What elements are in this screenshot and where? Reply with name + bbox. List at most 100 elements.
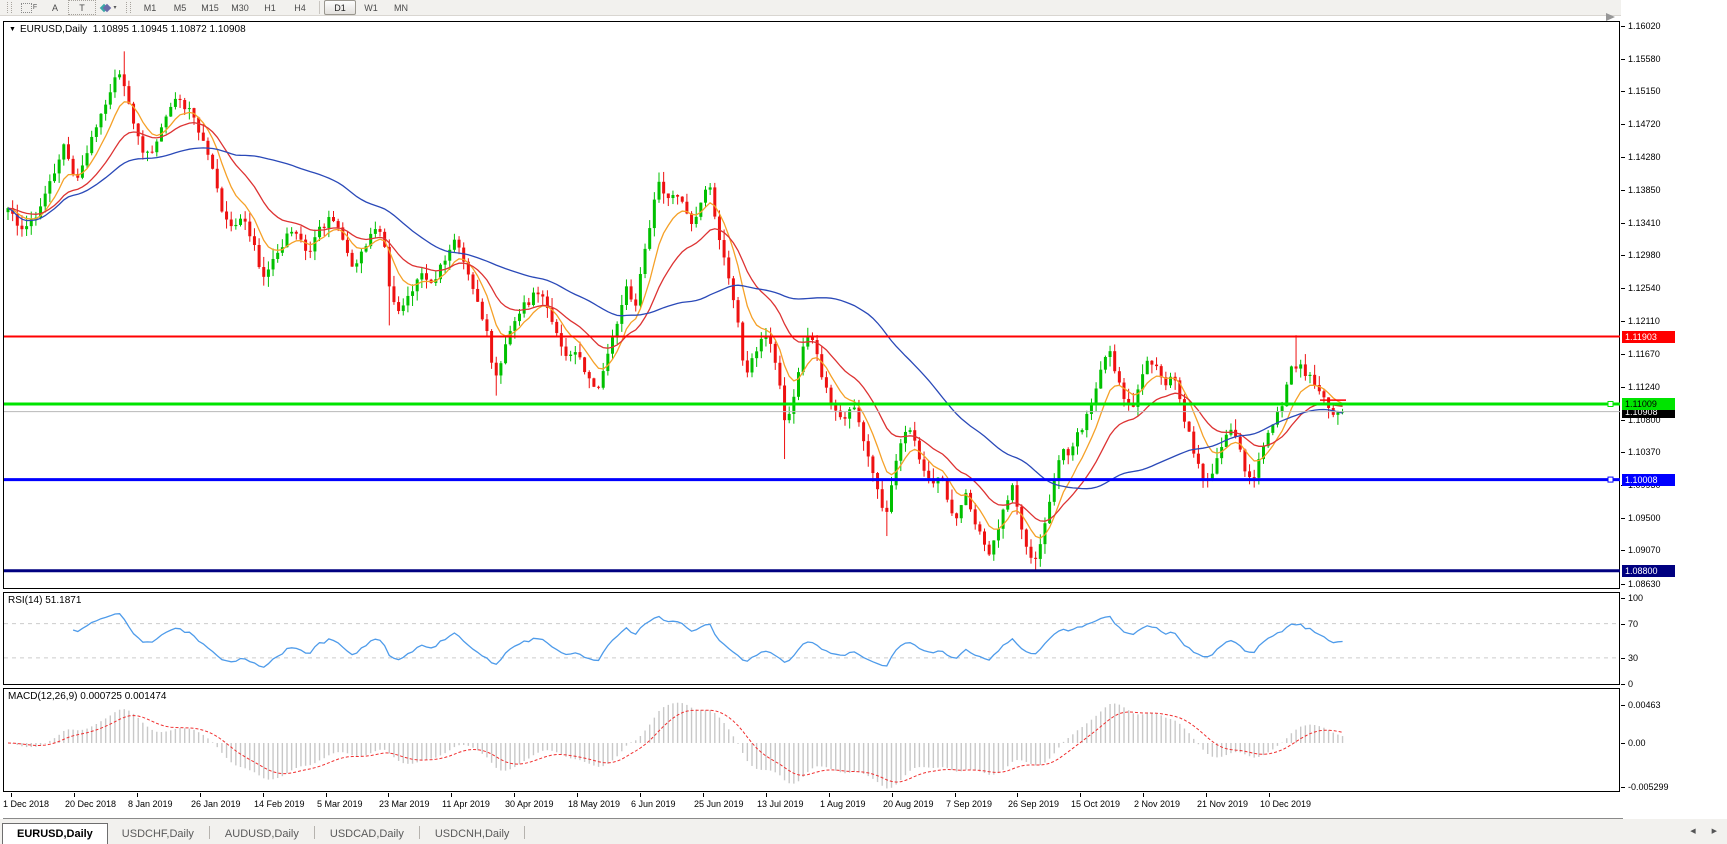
price-axis-label: 1.14720	[1628, 119, 1661, 129]
hline-handle	[1608, 402, 1613, 407]
date-tick	[703, 793, 704, 797]
price-axis-label: 70	[1628, 619, 1638, 629]
price-axis-label: 1.12110	[1628, 316, 1660, 326]
timeframe-M15[interactable]: M15	[195, 1, 225, 14]
timeframe-MN[interactable]: MN	[386, 1, 416, 14]
main-panel-border	[4, 22, 1620, 589]
date-label: 20 Dec 2018	[65, 799, 116, 809]
tab-scroll-arrows: ◀ ▶	[1690, 827, 1717, 835]
timeframe-D1[interactable]: D1	[324, 0, 356, 15]
axis-tick	[1621, 321, 1625, 322]
macd-panel-border	[4, 689, 1620, 792]
rsi-panel-canvas[interactable]	[3, 592, 1620, 685]
hline-price-badge: 1.08800	[1622, 565, 1675, 577]
axis-tick	[1621, 598, 1625, 599]
tab-USDCNH-Daily[interactable]: USDCNH,Daily	[421, 825, 524, 842]
date-label: 21 Nov 2019	[1197, 799, 1248, 809]
date-axis: 1 Dec 201820 Dec 20188 Jan 201926 Jan 20…	[3, 793, 1623, 819]
timeframe-M30[interactable]: M30	[225, 1, 255, 14]
price-axis-label: 100	[1628, 593, 1643, 603]
tab-separator	[419, 826, 420, 839]
axis-tick	[1621, 255, 1625, 256]
price-axis-label: 1.08630	[1628, 579, 1661, 589]
mt4-window: F A T ▾ M1M5M15M30H1H4 D1W1MN ▼ EURUSD,Dai…	[0, 0, 1727, 844]
axis-tick	[1621, 452, 1625, 453]
timeframe-W1[interactable]: W1	[356, 1, 386, 14]
tab-scroll-right-button[interactable]: ▶	[1712, 827, 1717, 835]
axis-tick	[1621, 787, 1625, 788]
date-tick	[388, 793, 389, 797]
price-axis-label: 1.14280	[1628, 152, 1661, 162]
tab-AUDUSD-Daily[interactable]: AUDUSD,Daily	[211, 825, 313, 842]
toolbar-grip[interactable]	[126, 2, 131, 13]
arrow-tool-button[interactable]: A	[42, 1, 68, 14]
axis-tick	[1621, 288, 1625, 289]
timeframe-M1[interactable]: M1	[135, 1, 165, 14]
price-axis-label: 1.12980	[1628, 250, 1661, 260]
axis-tick	[1621, 91, 1625, 92]
tab-EURUSD-Daily[interactable]: EURUSD,Daily	[2, 823, 108, 844]
text-tool-button[interactable]: T	[68, 0, 96, 15]
chart-shift-button[interactable]: F	[16, 1, 42, 14]
timeframe-H1[interactable]: H1	[255, 1, 285, 14]
price-axis-label: 1.11240	[1628, 382, 1660, 392]
date-label: 18 May 2019	[568, 799, 620, 809]
date-label: 25 Jun 2019	[694, 799, 744, 809]
date-tick	[1143, 793, 1144, 797]
date-tick	[1206, 793, 1207, 797]
chart-title: ▼EURUSD,Daily 1.10895 1.10945 1.10872 1.…	[9, 24, 246, 35]
axis-tick	[1621, 743, 1625, 744]
price-axis-label: 30	[1628, 653, 1638, 663]
symbol-title: EURUSD,Daily	[20, 24, 87, 35]
date-tick	[640, 793, 641, 797]
axis-tick	[1621, 387, 1625, 388]
axis-tick	[1621, 624, 1625, 625]
tab-scroll-left-button[interactable]: ◀	[1690, 827, 1695, 835]
date-label: 6 Jun 2019	[631, 799, 676, 809]
price-axis-label: -0.005299	[1628, 782, 1669, 792]
date-tick	[263, 793, 264, 797]
date-tick	[1269, 793, 1270, 797]
hline-price-badge: 1.11903	[1622, 331, 1675, 343]
axis-tick	[1621, 26, 1625, 27]
tab-USDCHF-Daily[interactable]: USDCHF,Daily	[108, 825, 208, 842]
price-axis-label: 1.09070	[1628, 545, 1661, 555]
date-tick	[451, 793, 452, 797]
price-axis-label: 1.15580	[1628, 54, 1661, 64]
color-swatch-icon	[103, 3, 111, 11]
macd-label: MACD(12,26,9) 0.000725 0.001474	[8, 691, 166, 702]
date-label: 30 Apr 2019	[505, 799, 554, 809]
rsi-label: RSI(14) 51.1871	[8, 595, 81, 606]
chart-shift-label: F	[33, 4, 37, 11]
date-tick	[1080, 793, 1081, 797]
date-tick	[766, 793, 767, 797]
date-tick	[955, 793, 956, 797]
colors-button[interactable]: ▾	[96, 1, 122, 14]
collapse-arrow-icon[interactable]: ▼	[9, 26, 16, 33]
date-tick	[200, 793, 201, 797]
date-tick	[11, 793, 12, 797]
toolbar-grip[interactable]	[7, 2, 12, 13]
tab-separator	[524, 826, 525, 839]
date-label: 7 Sep 2019	[946, 799, 992, 809]
timeframe-H4[interactable]: H4	[285, 1, 315, 14]
price-axis-label: 1.10370	[1628, 447, 1661, 457]
autoscroll-marker-icon[interactable]	[1606, 13, 1615, 21]
main-chart-canvas[interactable]	[3, 21, 1620, 589]
axis-tick	[1621, 354, 1625, 355]
price-axis-label: 0	[1628, 679, 1633, 689]
axis-tick	[1621, 124, 1625, 125]
date-label: 1 Dec 2018	[3, 799, 49, 809]
price-axis: 1.160201.155801.151501.147201.142801.138…	[1621, 0, 1727, 818]
axis-tick	[1621, 658, 1625, 659]
date-label: 20 Aug 2019	[883, 799, 934, 809]
axis-tick	[1621, 190, 1625, 191]
date-tick	[514, 793, 515, 797]
price-axis-label: 1.12540	[1628, 283, 1661, 293]
axis-tick	[1621, 584, 1625, 585]
macd-panel-canvas[interactable]	[3, 688, 1620, 792]
tab-USDCAD-Daily[interactable]: USDCAD,Daily	[316, 825, 418, 842]
timeframe-M5[interactable]: M5	[165, 1, 195, 14]
chart-grid-icon	[21, 3, 32, 13]
price-axis-label: 1.15150	[1628, 86, 1661, 96]
